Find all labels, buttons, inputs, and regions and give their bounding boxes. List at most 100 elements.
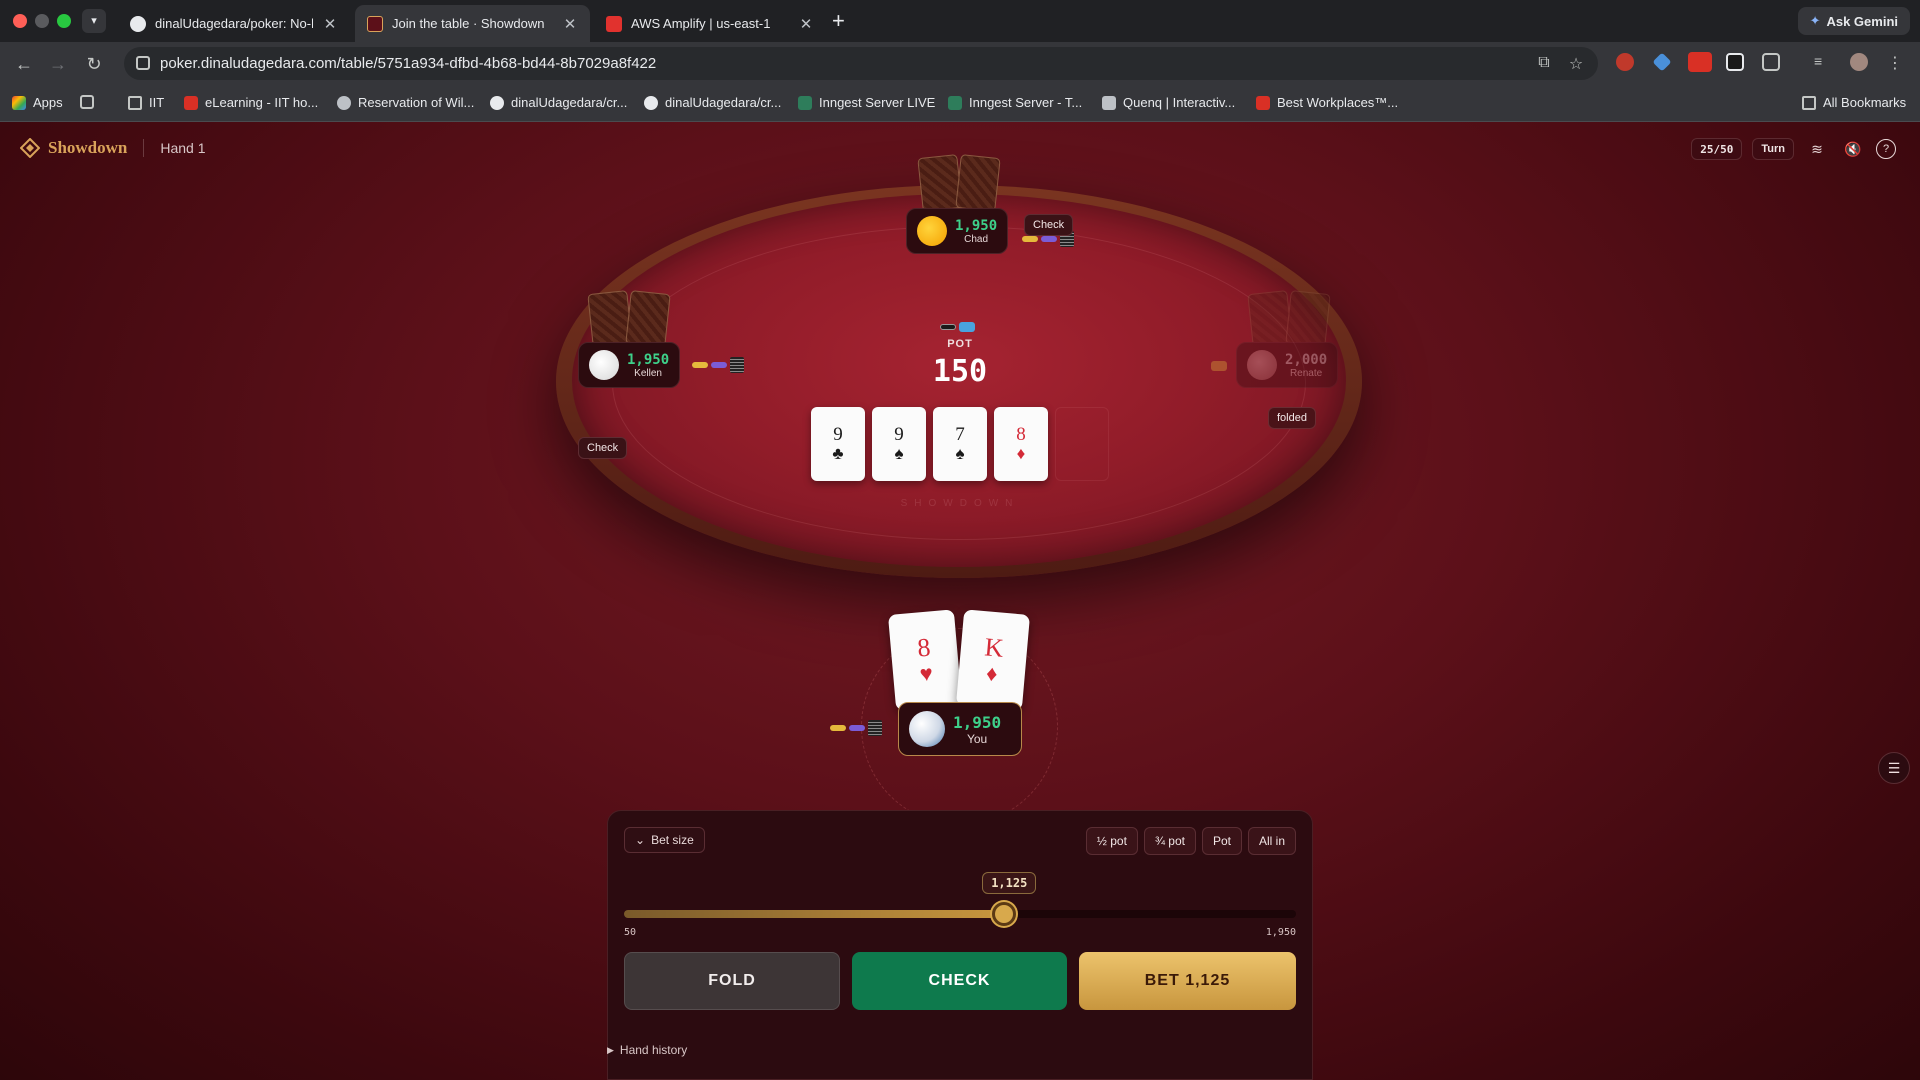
minimize-window-button[interactable] — [35, 14, 49, 28]
close-tab-icon[interactable]: ✕ — [798, 15, 814, 33]
blinds-badge: 25/50 — [1691, 138, 1743, 160]
folder-icon — [128, 95, 142, 110]
mute-icon[interactable]: 🔇 — [1840, 136, 1866, 162]
kellen-action-label: Check — [578, 437, 628, 459]
gemini-sparkle-icon: ✦ — [1809, 13, 1821, 28]
extension-ladybug-icon[interactable] — [1616, 53, 1634, 71]
player-stack: 1,950 — [953, 712, 1002, 732]
tab-groups-icon[interactable] — [80, 95, 94, 109]
extension-refresh-icon[interactable] — [1726, 53, 1744, 71]
inngest-icon — [798, 95, 812, 110]
close-tab-icon[interactable]: ✕ — [562, 15, 578, 33]
folder-icon — [1802, 95, 1816, 110]
card-suit: ♠ — [955, 444, 965, 463]
card-rank: 9 — [894, 424, 904, 445]
github-icon — [130, 15, 146, 32]
bookmark-star-icon[interactable]: ☆ — [1566, 54, 1586, 74]
bookmark-github-1[interactable]: dinalUdagedara/cr... — [490, 95, 627, 110]
profile-avatar-icon[interactable] — [1850, 53, 1868, 71]
bookmark-label: All Bookmarks — [1823, 95, 1907, 110]
slider-min-label: 50 — [624, 927, 637, 938]
preset-pot-button[interactable]: Pot — [1201, 827, 1242, 855]
hero-card: K ♦ — [955, 609, 1031, 711]
extensions-puzzle-icon[interactable] — [1762, 53, 1780, 71]
seat-chad: 1,950 Chad — [906, 208, 1009, 254]
chad-action-label: Check — [1024, 214, 1074, 236]
preset-three-quarter-pot-button[interactable]: ¾ pot — [1143, 827, 1196, 855]
forward-arrow-icon[interactable]: → — [46, 52, 70, 76]
back-arrow-icon[interactable]: ← — [12, 52, 36, 76]
bet-amount-tooltip: 1,125 — [982, 872, 1037, 894]
extension-new-badge-icon[interactable] — [1688, 52, 1712, 72]
bookmark-label: Inngest Server LIVE — [819, 95, 936, 110]
board-card: 9 ♠ — [872, 407, 926, 481]
ask-gemini-button[interactable]: ✦ Ask Gemini — [1797, 7, 1910, 35]
header-divider — [143, 139, 145, 157]
shield-icon — [184, 95, 198, 110]
layers-icon[interactable]: ≋ — [1804, 136, 1830, 162]
card-suit: ♣ — [832, 444, 844, 463]
bookmark-label: Quenq | Interactiv... — [1123, 95, 1236, 110]
tab-search-chevron-icon[interactable]: ▾ — [82, 9, 106, 33]
street-badge: Turn — [1752, 138, 1794, 160]
bookmark-inngest-t[interactable]: Inngest Server - T... — [948, 95, 1082, 110]
bookmark-github-2[interactable]: dinalUdagedara/cr... — [644, 95, 781, 110]
pot-label: POT — [947, 338, 973, 350]
renate-folded-badge: folded — [1268, 407, 1316, 429]
extension-diamond-icon[interactable] — [1652, 52, 1672, 72]
close-tab-icon[interactable]: ✕ — [322, 15, 338, 33]
site-settings-icon[interactable] — [136, 56, 150, 70]
bet-slider-thumb[interactable] — [992, 902, 1017, 926]
player-stack: 1,950 — [955, 217, 998, 234]
card-rank: 8 — [1016, 424, 1026, 445]
bookmark-apps[interactable]: Apps — [12, 95, 63, 110]
bookmark-best-workplaces[interactable]: Best Workplaces™... — [1256, 95, 1398, 110]
new-tab-plus-icon[interactable]: + — [832, 8, 845, 34]
fold-button[interactable]: FOLD — [624, 952, 840, 1010]
bookmark-elearning[interactable]: eLearning - IIT ho... — [184, 95, 318, 110]
bookmark-iit[interactable]: IIT — [128, 95, 164, 110]
app-header: Showdown Hand 1 — [20, 138, 206, 158]
seat-you: 1,950 You — [898, 702, 1022, 756]
tab-title: dinalUdagedara/poker: No-lim — [155, 16, 313, 31]
chat-log-icon[interactable]: ☰ — [1878, 752, 1910, 784]
address-bar[interactable]: poker.dinaludagedara.com/table/5751a934-… — [124, 47, 1598, 80]
close-window-button[interactable] — [13, 14, 27, 28]
bookmark-label: Inngest Server - T... — [969, 95, 1083, 110]
hand-history-toggle[interactable]: ▶ Hand history — [607, 1043, 687, 1057]
all-bookmarks[interactable]: All Bookmarks — [1802, 95, 1906, 110]
hand-history-label: Hand history — [619, 1043, 688, 1057]
bet-slider-fill — [624, 910, 1005, 918]
help-icon[interactable]: ? — [1876, 139, 1896, 159]
tab-aws-amplify[interactable]: AWS Amplify | us-east-1 ✕ — [594, 5, 826, 42]
media-controls-icon[interactable]: ≡ — [1814, 53, 1832, 71]
hand-number: Hand 1 — [160, 140, 206, 156]
river-slot — [1055, 407, 1109, 481]
bet-slider[interactable] — [624, 902, 1296, 926]
bookmark-quenq[interactable]: Quenq | Interactiv... — [1102, 95, 1235, 110]
bookmark-label: Reservation of Wil... — [358, 95, 475, 110]
reload-icon[interactable]: ↻ — [82, 52, 106, 76]
best-workplaces-icon — [1256, 95, 1270, 110]
avatar — [909, 711, 945, 747]
card-suit: ♦ — [985, 660, 999, 687]
install-app-icon[interactable]: ⧉ — [1534, 54, 1554, 74]
card-rank: K — [983, 632, 1005, 663]
bet-size-toggle[interactable]: ⌄ Bet size — [624, 827, 705, 853]
tab-title: Join the table · Showdown — [392, 16, 545, 31]
maximize-window-button[interactable] — [57, 14, 71, 28]
bet-button[interactable]: BET 1,125 — [1079, 952, 1296, 1010]
preset-all-in-button[interactable]: All in — [1247, 827, 1296, 855]
tab-github-poker[interactable]: dinalUdagedara/poker: No-lim ✕ — [118, 5, 350, 42]
board-card: 8 ♦ — [994, 407, 1048, 481]
bookmark-inngest-live[interactable]: Inngest Server LIVE — [798, 95, 935, 110]
quenq-icon — [1102, 95, 1116, 110]
bookmark-reservation[interactable]: Reservation of Wil... — [337, 95, 474, 110]
browser-menu-icon[interactable]: ⋮ — [1886, 53, 1904, 72]
bookmark-label: Best Workplaces™... — [1277, 95, 1399, 110]
preset-half-pot-button[interactable]: ½ pot — [1085, 827, 1138, 855]
bet-size-label: Bet size — [651, 833, 694, 847]
header-controls: 25/50 Turn ≋ 🔇 ? — [1691, 136, 1896, 162]
tab-showdown[interactable]: Join the table · Showdown ✕ — [355, 5, 590, 42]
check-button[interactable]: CHECK — [852, 952, 1067, 1010]
